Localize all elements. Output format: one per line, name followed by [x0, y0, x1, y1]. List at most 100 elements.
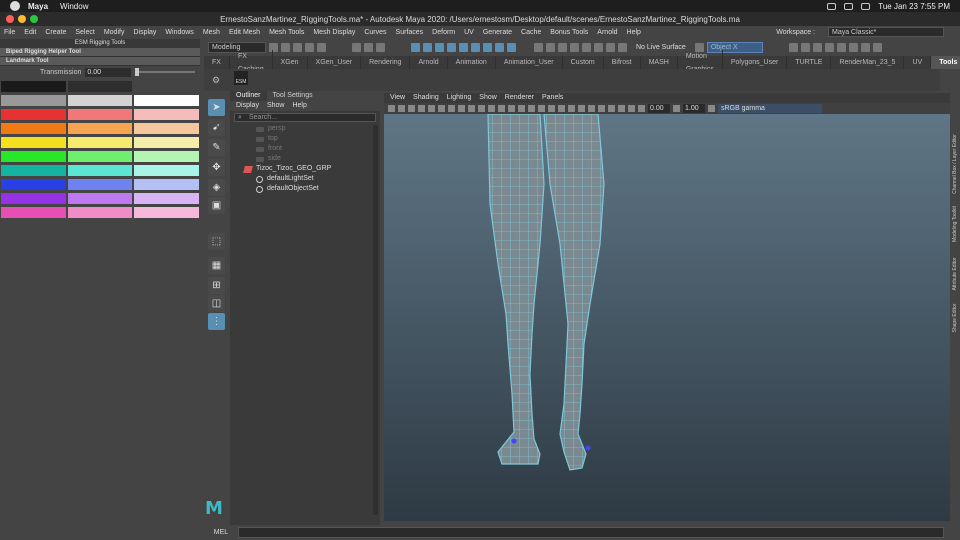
layout-four-icon[interactable]: ⊞ [208, 277, 225, 294]
shelf-tab[interactable]: Bifrost [604, 56, 641, 69]
menu-item[interactable]: Curves [364, 29, 386, 36]
history-icon[interactable] [618, 42, 627, 52]
color-swatch[interactable] [1, 137, 66, 148]
shelf-tab[interactable]: Polygons_User [723, 56, 788, 69]
outliner-item[interactable]: side [230, 154, 380, 164]
snap-point-icon[interactable] [558, 42, 567, 52]
shelf-tab[interactable]: Tools [931, 56, 960, 69]
menu-item[interactable]: UV [464, 29, 474, 36]
scale-tool-icon[interactable]: ▣ [208, 197, 225, 214]
color-swatch[interactable] [1, 179, 66, 190]
menu-item[interactable]: Display [133, 29, 156, 36]
viewport-menu-view[interactable]: View [390, 93, 405, 103]
color-swatch[interactable] [1, 109, 66, 120]
viewport-menu-shading[interactable]: Shading [413, 93, 439, 103]
viewport-menu-renderer[interactable]: Renderer [505, 93, 534, 103]
ao-icon[interactable] [558, 105, 565, 112]
menu-item[interactable]: Cache [521, 29, 541, 36]
select-component-icon[interactable] [376, 42, 385, 52]
shelf-tab[interactable]: RenderMan_23_5 [831, 56, 905, 69]
snap-curve-icon[interactable] [546, 42, 555, 52]
open-scene-icon[interactable] [281, 42, 290, 52]
apple-icon[interactable] [10, 1, 20, 11]
resolution-gate-icon[interactable] [448, 105, 455, 112]
film-gate-icon[interactable] [438, 105, 445, 112]
panel-layout-icon[interactable] [848, 42, 858, 52]
color-swatch[interactable] [67, 207, 133, 218]
menu-item[interactable]: Deform [432, 29, 455, 36]
wireframe-icon[interactable] [498, 105, 505, 112]
menu-item[interactable]: Bonus Tools [550, 29, 588, 36]
redo-icon[interactable] [317, 42, 326, 52]
shelf-tab[interactable]: UV [904, 56, 932, 69]
ipr-icon[interactable] [800, 42, 810, 52]
shelf-tab[interactable]: Rendering [361, 56, 411, 69]
status-icon[interactable] [827, 2, 837, 10]
outliner-item[interactable]: front [230, 144, 380, 154]
gamma-icon[interactable] [673, 105, 680, 112]
safe-title-icon[interactable] [488, 105, 495, 112]
battery-icon[interactable] [861, 2, 871, 10]
exposure-field[interactable]: 0.00 [648, 104, 670, 113]
shelf-tab[interactable]: Animation_User [496, 56, 563, 69]
character-legs-mesh[interactable] [384, 114, 950, 521]
mask-icon[interactable] [423, 42, 432, 52]
shelf-tab[interactable]: Animation [448, 56, 496, 69]
dof-icon[interactable] [588, 105, 595, 112]
isolate-select-icon[interactable] [598, 105, 605, 112]
lights-icon[interactable] [538, 105, 545, 112]
3d-viewport[interactable] [384, 114, 950, 521]
menu-item[interactable]: Mesh Tools [269, 29, 304, 36]
color-swatch[interactable] [134, 193, 200, 204]
mel-label[interactable]: MEL [204, 529, 238, 536]
color-swatch[interactable] [1, 193, 66, 204]
menu-item[interactable]: Help [627, 29, 641, 36]
color-swatch[interactable] [134, 165, 200, 176]
mac-menu-app[interactable]: Maya [28, 2, 48, 11]
menu-item[interactable]: Windows [165, 29, 193, 36]
select-hierarchy-icon[interactable] [352, 42, 361, 52]
viewport-menu-panels[interactable]: Panels [542, 93, 563, 103]
viewport-menu-show[interactable]: Show [479, 93, 497, 103]
color-swatch[interactable] [1, 123, 66, 134]
layout-two-icon[interactable]: ◫ [208, 295, 225, 312]
menu-item[interactable]: Arnold [597, 29, 617, 36]
hypershade-icon[interactable] [824, 42, 834, 52]
color-swatch[interactable] [134, 109, 200, 120]
mask-icon[interactable] [495, 42, 504, 52]
outliner-menu-show[interactable]: Show [267, 101, 285, 111]
snap-grid-icon[interactable] [534, 42, 543, 52]
save-scene-icon[interactable] [293, 42, 302, 52]
color-management-icon[interactable] [708, 105, 715, 112]
undo-icon[interactable] [305, 42, 314, 52]
shadows-icon[interactable] [548, 105, 555, 112]
menu-item[interactable]: Generate [483, 29, 512, 36]
gate-mask-icon[interactable] [458, 105, 465, 112]
image-plane-icon[interactable] [418, 105, 425, 112]
color-swatch[interactable] [134, 151, 200, 162]
color-swatch[interactable] [134, 179, 200, 190]
viewport-menu-lighting[interactable]: Lighting [447, 93, 472, 103]
outliner-menu-help[interactable]: Help [292, 101, 306, 111]
gamma-field[interactable]: 1.00 [683, 104, 705, 113]
color-swatch[interactable] [134, 207, 200, 218]
render-settings-icon[interactable] [812, 42, 822, 52]
motion-blur-icon[interactable] [568, 105, 575, 112]
last-tool-icon[interactable]: ⬚ [208, 233, 225, 250]
zoom-window-icon[interactable] [30, 15, 38, 23]
color-swatch[interactable] [1, 165, 66, 176]
menu-item[interactable]: File [4, 29, 15, 36]
view-transform-dropdown[interactable]: sRGB gamma [718, 104, 822, 113]
workspace-dropdown[interactable]: Maya Classic* [828, 27, 944, 37]
outliner-search-input[interactable]: ⌕ Search... [234, 113, 376, 122]
layout-single-icon[interactable]: ▦ [208, 257, 225, 274]
outliner-item[interactable]: top [230, 134, 380, 144]
move-tool-icon[interactable]: ✥ [208, 159, 225, 176]
menu-item[interactable]: Select [75, 29, 94, 36]
color-swatch[interactable] [134, 137, 200, 148]
smooth-shade-icon[interactable] [508, 105, 515, 112]
gear-icon[interactable]: ⚙ [212, 75, 220, 86]
section-landmark-tool[interactable]: Landmark Tool [0, 57, 200, 66]
mask-icon[interactable] [471, 42, 480, 52]
color-swatch[interactable] [134, 81, 200, 92]
